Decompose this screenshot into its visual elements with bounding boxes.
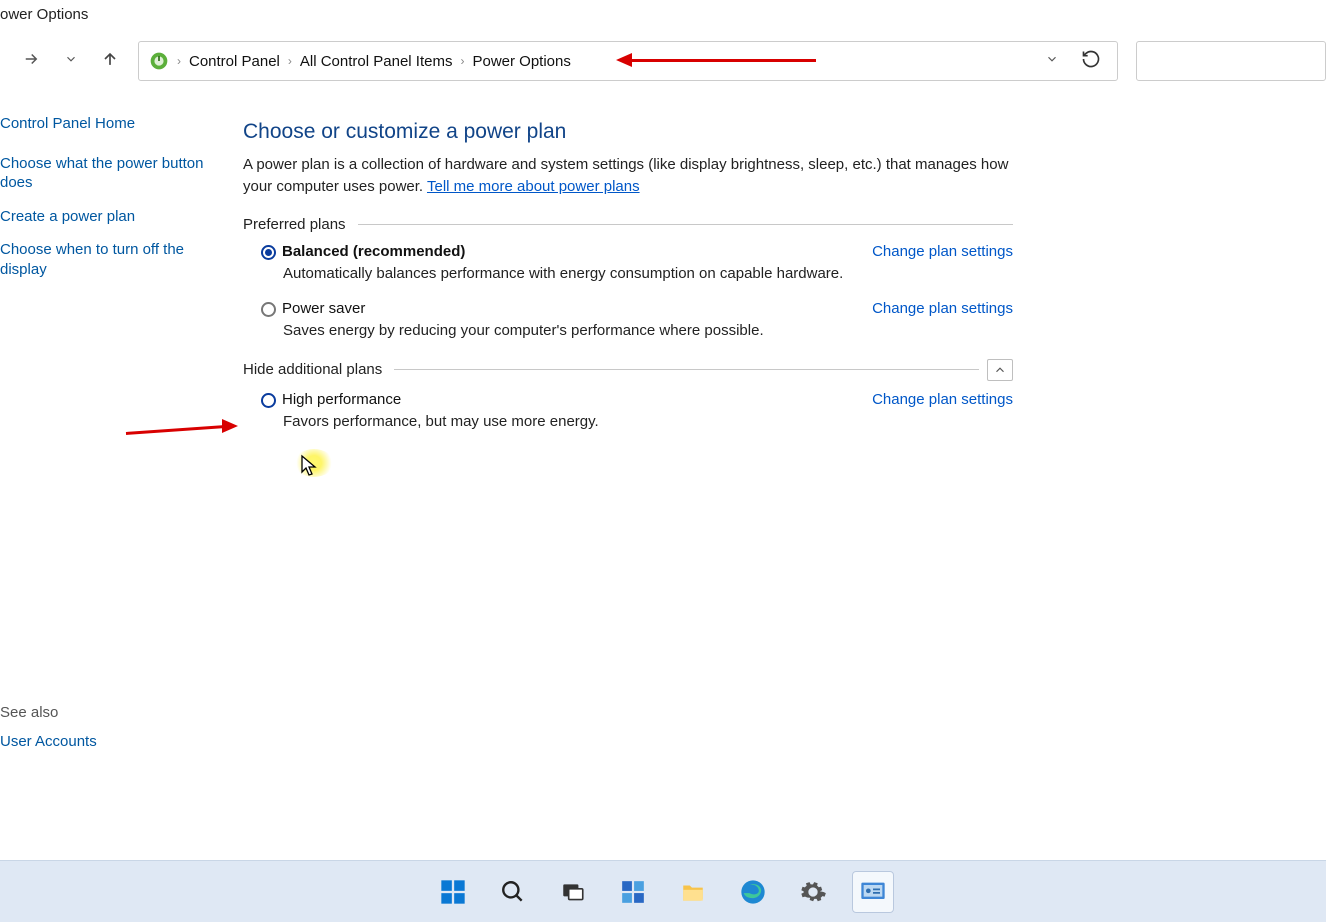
- user-accounts-link[interactable]: User Accounts: [0, 733, 97, 750]
- window-title: ower Options: [0, 6, 88, 23]
- plan-title-high-performance[interactable]: High performance: [282, 391, 401, 408]
- sidebar: Control Panel Home Choose what the power…: [0, 114, 230, 293]
- additional-plans-group: Hide additional plans: [243, 359, 1013, 381]
- collapse-additional-plans-button[interactable]: [987, 359, 1013, 381]
- task-view-button[interactable]: [552, 871, 594, 913]
- chevron-right-icon[interactable]: ›: [286, 54, 294, 68]
- sidebar-link-create-plan[interactable]: Create a power plan: [0, 207, 230, 227]
- control-panel-home-link[interactable]: Control Panel Home: [0, 114, 230, 134]
- see-also-section: See also User Accounts: [0, 704, 97, 750]
- address-bar[interactable]: › Control Panel › All Control Panel Item…: [138, 41, 1118, 81]
- sidebar-link-display-off[interactable]: Choose when to turn off the display: [0, 240, 230, 279]
- preferred-plans-group: Preferred plans: [243, 216, 1013, 233]
- chevron-right-icon[interactable]: ›: [458, 54, 466, 68]
- plan-description: Favors performance, but may use more ene…: [283, 413, 1013, 430]
- sidebar-link-power-button[interactable]: Choose what the power button does: [0, 154, 230, 193]
- group-label: Preferred plans: [243, 216, 358, 233]
- change-plan-settings-link[interactable]: Change plan settings: [872, 243, 1013, 260]
- page-description: A power plan is a collection of hardware…: [243, 154, 1013, 198]
- taskbar: [0, 860, 1326, 922]
- chevron-right-icon[interactable]: ›: [175, 54, 183, 68]
- plan-description: Saves energy by reducing your computer's…: [283, 322, 1013, 339]
- breadcrumb-item[interactable]: Control Panel: [183, 53, 286, 70]
- radio-balanced[interactable]: [261, 245, 276, 260]
- edge-button[interactable]: [732, 871, 774, 913]
- breadcrumb-item[interactable]: Power Options: [466, 53, 576, 70]
- refresh-button[interactable]: [1071, 49, 1111, 73]
- widgets-button[interactable]: [612, 871, 654, 913]
- divider: [394, 369, 979, 370]
- power-options-icon: [149, 51, 169, 71]
- address-dropdown[interactable]: [1033, 52, 1071, 70]
- settings-button[interactable]: [792, 871, 834, 913]
- more-about-power-plans-link[interactable]: Tell me more about power plans: [427, 178, 640, 195]
- group-label: Hide additional plans: [243, 361, 394, 378]
- page-heading: Choose or customize a power plan: [243, 120, 1013, 144]
- plan-title-power-saver[interactable]: Power saver: [282, 300, 365, 317]
- up-button[interactable]: [100, 49, 120, 73]
- divider: [358, 224, 1013, 225]
- change-plan-settings-link[interactable]: Change plan settings: [872, 391, 1013, 408]
- plan-title-balanced[interactable]: Balanced (recommended): [282, 243, 465, 260]
- see-also-label: See also: [0, 704, 58, 721]
- navigation-bar: › Control Panel › All Control Panel Item…: [0, 40, 1326, 82]
- radio-high-performance[interactable]: [261, 393, 276, 408]
- forward-button[interactable]: [20, 50, 42, 72]
- main-content: Choose or customize a power plan A power…: [243, 120, 1013, 448]
- recent-locations-dropdown[interactable]: [64, 52, 78, 70]
- radio-power-saver[interactable]: [261, 302, 276, 317]
- search-button[interactable]: [492, 871, 534, 913]
- control-panel-taskbar-button[interactable]: [852, 871, 894, 913]
- search-input[interactable]: [1136, 41, 1326, 81]
- start-button[interactable]: [432, 871, 474, 913]
- change-plan-settings-link[interactable]: Change plan settings: [872, 300, 1013, 317]
- plan-description: Automatically balances performance with …: [283, 265, 1013, 282]
- file-explorer-button[interactable]: [672, 871, 714, 913]
- breadcrumb-item[interactable]: All Control Panel Items: [294, 53, 459, 70]
